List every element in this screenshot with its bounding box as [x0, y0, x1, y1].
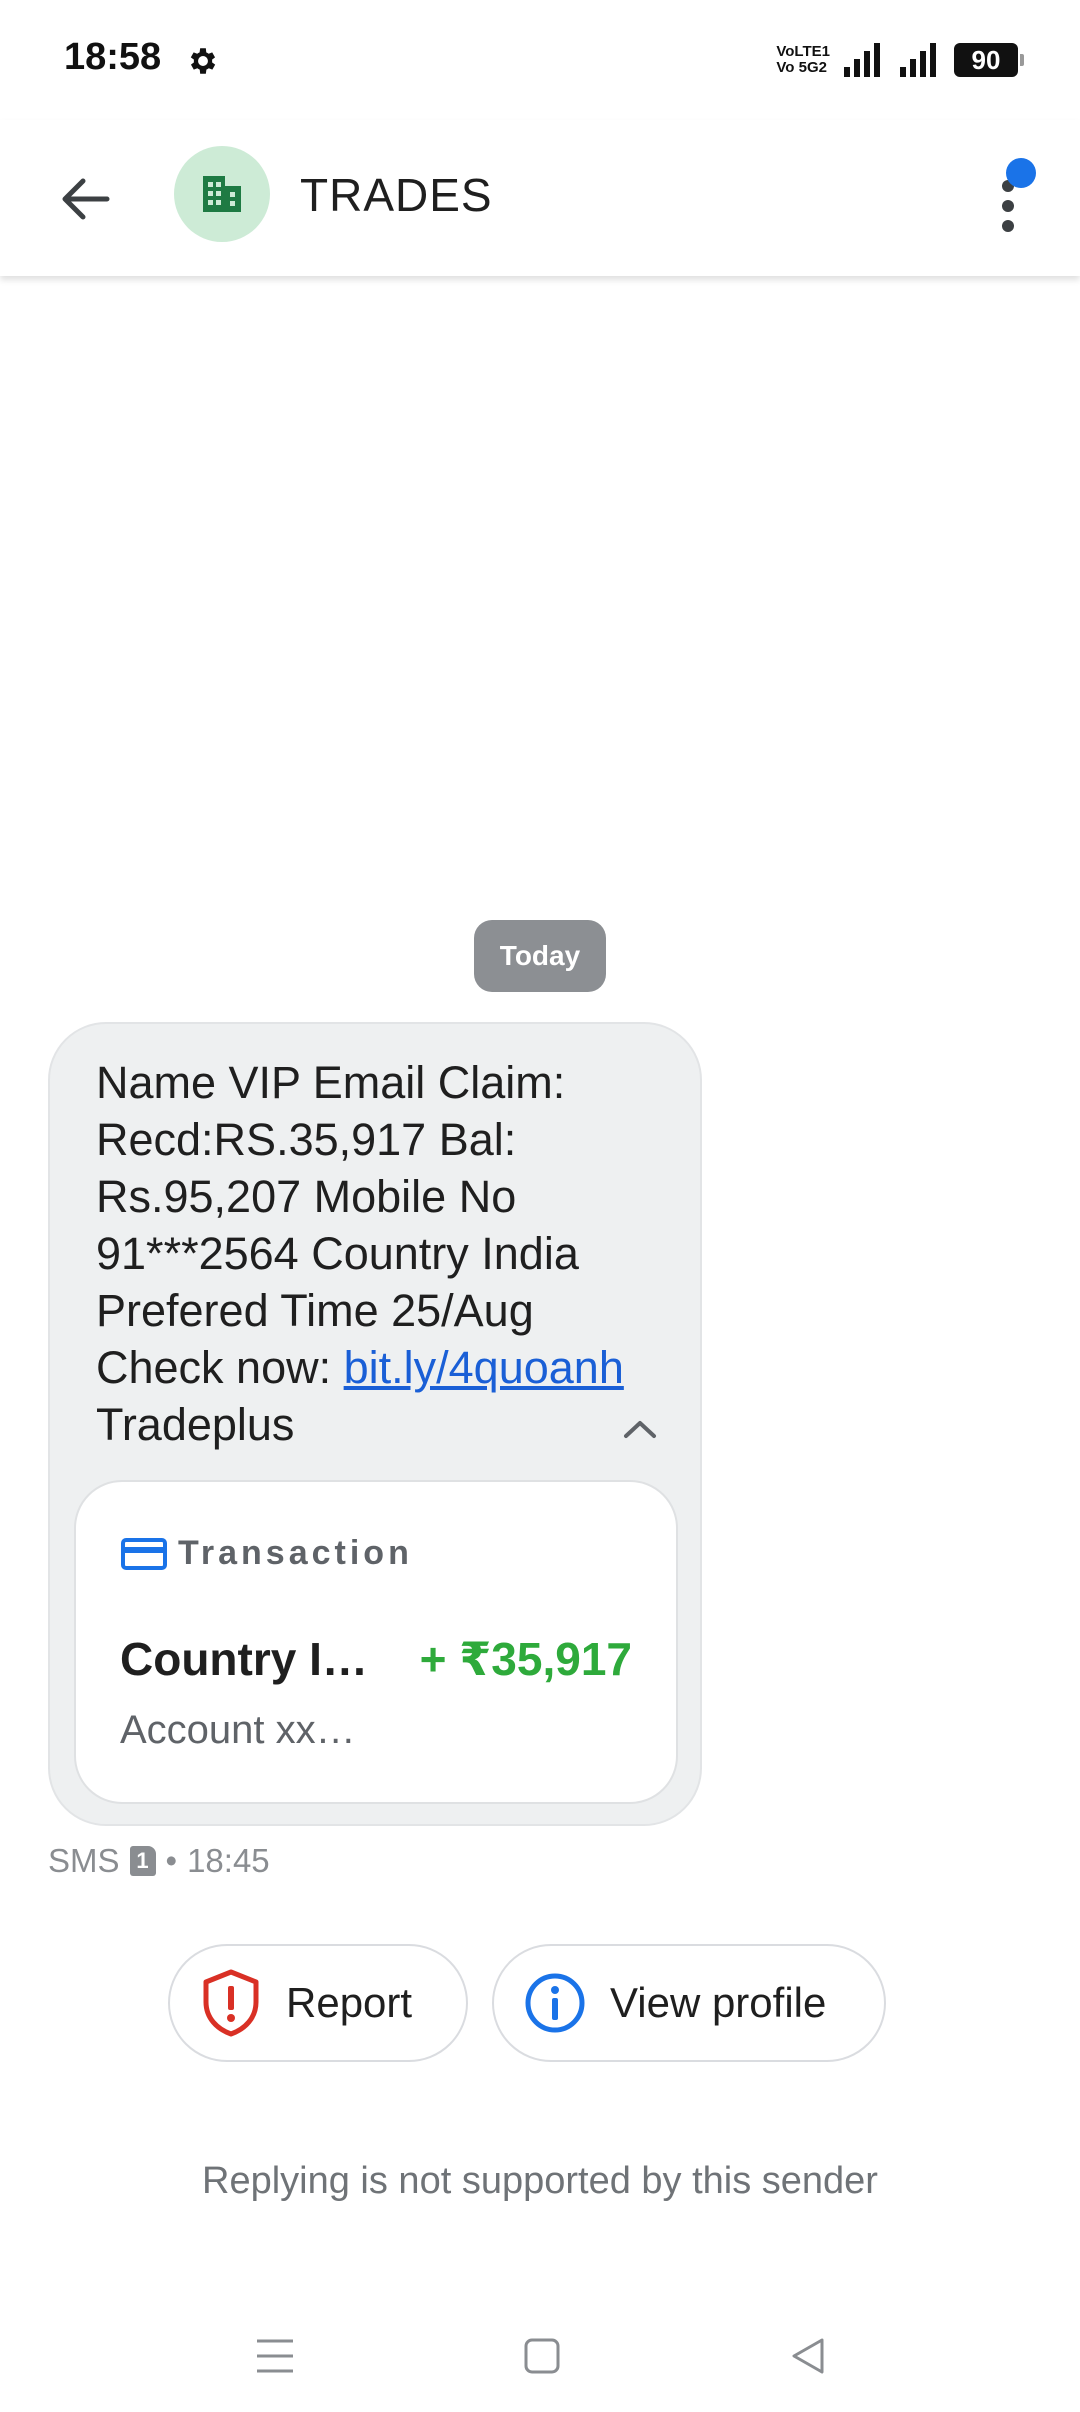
message-type: SMS: [48, 1842, 120, 1879]
nav-back-button[interactable]: [778, 2326, 838, 2386]
notification-dot: [1006, 158, 1036, 188]
report-label: Report: [286, 1979, 413, 2026]
reply-unsupported-note: Replying is not supported by this sender: [202, 2160, 878, 2202]
transaction-label: Transaction: [178, 1534, 413, 1572]
volte-label-1: VoLTE1: [776, 43, 830, 60]
building-icon: [203, 176, 241, 212]
collapse-button[interactable]: [610, 1404, 670, 1454]
sim-icon: 1: [129, 1846, 156, 1876]
back-button[interactable]: [50, 164, 120, 234]
date-chip: Today: [474, 920, 606, 992]
transaction-card[interactable]: Transaction Country I… + ₹35,917 Account…: [74, 1480, 678, 1804]
settings-gear-icon: [186, 44, 220, 78]
message-link[interactable]: bit.ly/4quoanh: [344, 1342, 624, 1393]
avatar[interactable]: [174, 146, 270, 242]
back-arrow-icon: [62, 178, 110, 220]
status-bar: 18:58 VoLTE1 Vo 5G2 90: [0, 0, 1080, 120]
transaction-account: Account xx…: [120, 1708, 356, 1752]
signal-2-icon: [898, 41, 942, 79]
conversation-header: TRADES: [0, 120, 1080, 276]
message-bubble[interactable]: Name VIP Email Claim: Recd:RS.35,917 Bal…: [48, 1022, 702, 1826]
volte-label-2: Vo 5G2: [776, 59, 827, 76]
signal-1-icon: [842, 41, 886, 79]
message-time: 18:45: [187, 1842, 270, 1879]
message-meta: SMS 1 • 18:45: [48, 1842, 270, 1880]
meta-separator: •: [165, 1842, 178, 1879]
shield-alert-icon: [203, 1969, 259, 2037]
system-nav-bar: [0, 2300, 1080, 2412]
transaction-amount: + ₹35,917: [419, 1633, 632, 1685]
view-profile-label: View profile: [610, 1979, 827, 2026]
credit-card-icon: [121, 1537, 167, 1570]
status-indicators: VoLTE1 Vo 5G2 90: [776, 40, 1024, 80]
recents-button[interactable]: [245, 2326, 305, 2386]
back-triangle-icon: [792, 2338, 824, 2374]
info-icon: [525, 1973, 585, 2033]
home-square-icon: [524, 2338, 560, 2374]
message-signature: Tradeplus: [96, 1399, 295, 1450]
volte-indicator: VoLTE1 Vo 5G2: [776, 44, 830, 76]
battery-indicator: 90: [954, 43, 1024, 77]
home-button[interactable]: [512, 2326, 572, 2386]
message-text: Name VIP Email Claim: Recd:RS.35,917 Bal…: [96, 1054, 636, 1453]
conversation-title[interactable]: TRADES: [300, 168, 493, 222]
transaction-name: Country I…: [120, 1633, 368, 1685]
view-profile-button[interactable]: View profile: [492, 1944, 886, 2062]
status-time: 18:58: [64, 36, 162, 78]
transaction-header: Transaction: [120, 1534, 413, 1573]
chevron-up-icon: [624, 1421, 656, 1438]
menu-lines-icon: [257, 2339, 293, 2373]
report-button[interactable]: Report: [168, 1944, 468, 2062]
